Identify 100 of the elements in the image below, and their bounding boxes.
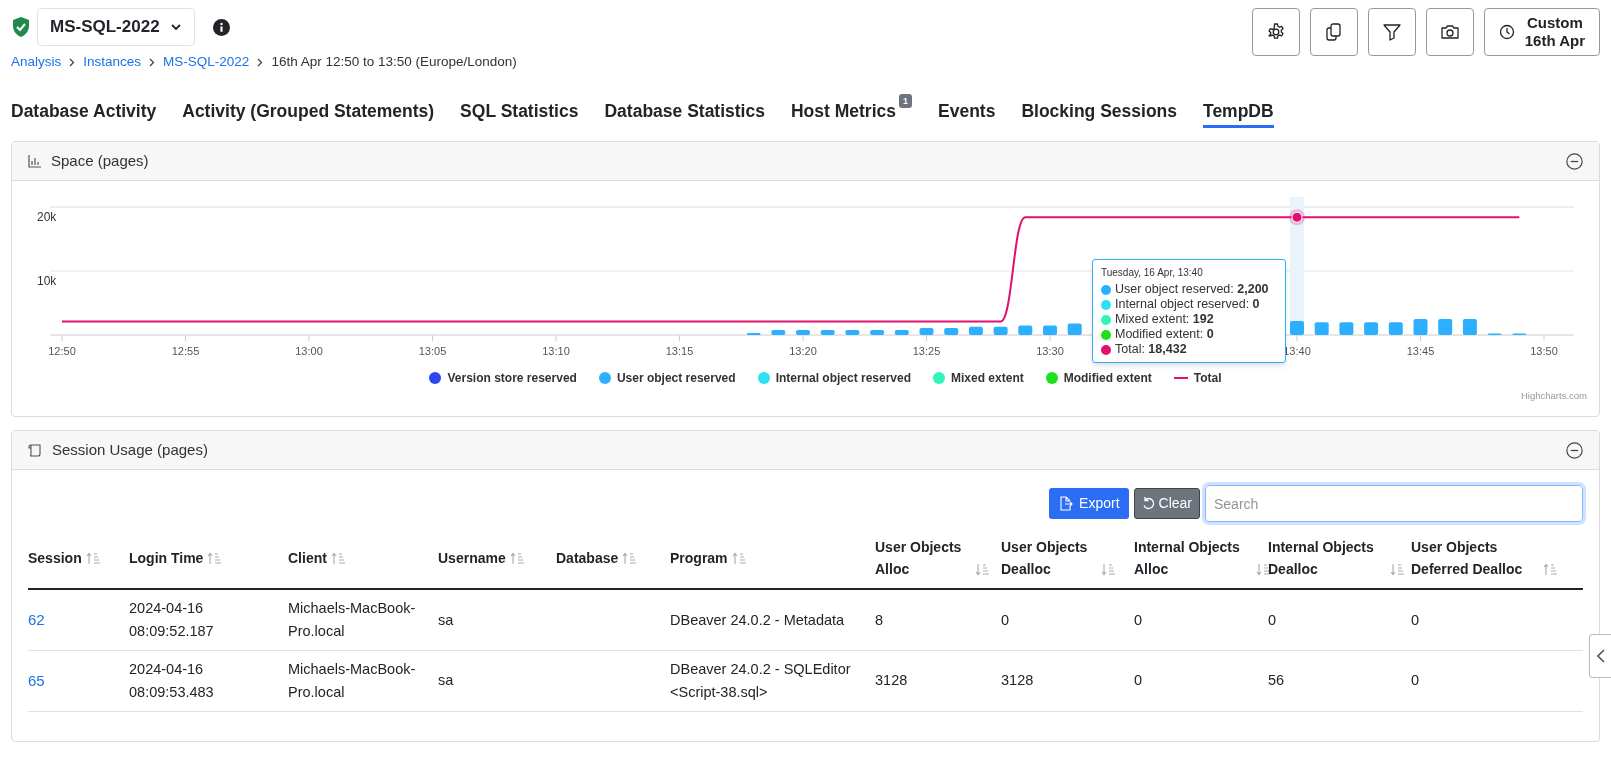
- table-cell: 56: [1268, 672, 1285, 689]
- breadcrumb-link[interactable]: Analysis: [11, 52, 62, 73]
- time-range-button[interactable]: Custom 16th Apr: [1483, 8, 1600, 56]
- bar: [1364, 322, 1379, 336]
- bar: [796, 330, 810, 336]
- bar: [1043, 325, 1057, 336]
- chevron-left-icon: [1596, 649, 1605, 663]
- table-cell: 3128: [1001, 672, 1034, 689]
- table-cell: sa: [438, 611, 454, 628]
- breadcrumb-link[interactable]: Instances: [83, 52, 142, 73]
- toolbar-button[interactable]: [1425, 8, 1474, 56]
- bar: [1487, 333, 1502, 336]
- axis-label: 20k: [37, 210, 57, 225]
- axis-label: 13:50: [1530, 345, 1558, 358]
- table-cell: 2024-04-16 08:09:52.187: [129, 600, 214, 639]
- tooltip-text: Total: 18,432: [1115, 342, 1187, 358]
- clear-button[interactable]: Clear: [1133, 488, 1200, 520]
- column-header[interactable]: Database: [556, 547, 619, 570]
- panel-title: Space (pages): [51, 151, 149, 171]
- bar: [820, 330, 835, 336]
- tooltip-text: Modified extent: 0: [1115, 327, 1214, 343]
- session-link[interactable]: 62: [28, 611, 45, 628]
- legend-label[interactable]: Version store reserved: [447, 369, 577, 388]
- column-header[interactable]: Internal Objects Alloc: [1134, 536, 1252, 581]
- tab[interactable]: Database Statistics: [604, 92, 765, 129]
- tab[interactable]: Events: [938, 92, 996, 129]
- tab[interactable]: Host Metrics: [790, 92, 896, 129]
- legend-label[interactable]: Internal object reserved: [775, 369, 911, 388]
- search-field[interactable]: Search: [1205, 485, 1583, 523]
- legend-label[interactable]: Mixed extent: [951, 369, 1024, 388]
- legend-label[interactable]: Modified extent: [1063, 369, 1152, 388]
- collapse-icon[interactable]: [1566, 441, 1583, 459]
- column-header[interactable]: Username: [438, 547, 506, 570]
- bar: [1413, 319, 1428, 336]
- clock-icon: [1498, 24, 1515, 40]
- table-cell: DBeaver 24.0.2 - SQLEditor <Script-38.sql>: [670, 660, 851, 700]
- bar: [746, 333, 761, 336]
- chevron-right-icon: [257, 57, 264, 67]
- table-cell: Michaels-MacBook-Pro.local: [288, 600, 416, 639]
- collapse-icon[interactable]: [1566, 152, 1583, 170]
- column-header[interactable]: Internal Objects Dealloc: [1268, 536, 1386, 581]
- tab[interactable]: Database Activity: [11, 92, 157, 129]
- tooltip-title: Tuesday, 16 Apr, 13:40: [1101, 266, 1204, 281]
- table-cell: 0: [1134, 672, 1143, 689]
- toolbar-button[interactable]: [1367, 8, 1416, 56]
- axis-label: 13:45: [1406, 345, 1435, 358]
- side-panel-toggle[interactable]: [1589, 634, 1611, 678]
- tab[interactable]: Blocking Sessions: [1021, 92, 1177, 129]
- column-header[interactable]: User Objects Dealloc: [1001, 536, 1097, 581]
- legend-label[interactable]: User object reserved: [616, 369, 736, 388]
- column-header[interactable]: User Objects Deferred Dealloc: [1411, 536, 1539, 581]
- session-link[interactable]: 65: [28, 671, 45, 689]
- toolbar-button[interactable]: [1309, 8, 1358, 56]
- table-cell: sa: [438, 672, 454, 689]
- chart-icon: [28, 154, 41, 168]
- column-header[interactable]: Client: [288, 547, 327, 570]
- tab[interactable]: TempDB: [1203, 92, 1274, 129]
- bar: [845, 330, 860, 336]
- tab[interactable]: SQL Statistics: [460, 92, 579, 129]
- column-header[interactable]: User Objects Alloc: [875, 536, 971, 581]
- axis-label: 13:20: [789, 345, 817, 358]
- table-cell: 8: [875, 611, 884, 628]
- data-point-marker: [1289, 209, 1305, 226]
- bar: [1438, 319, 1453, 336]
- breadcrumb-current: 16th Apr 12:50 to 13:50 (Europe/London): [271, 53, 517, 71]
- column-header[interactable]: Login Time: [129, 547, 204, 570]
- column-header[interactable]: Session: [28, 547, 82, 570]
- bar: [1388, 322, 1403, 336]
- bar: [993, 326, 1008, 336]
- chevron-right-icon: [149, 57, 156, 67]
- time-range-date: 16th Apr: [1524, 32, 1585, 50]
- bar: [944, 328, 959, 336]
- table-cell: 0: [1134, 611, 1143, 628]
- info-icon[interactable]: [212, 18, 230, 36]
- axis-label: 10k: [37, 274, 57, 289]
- axis-label: 12:55: [171, 345, 200, 358]
- export-button[interactable]: Export: [1049, 488, 1129, 520]
- copy-icon: [1323, 22, 1344, 42]
- bar: [1067, 323, 1082, 336]
- bar: [870, 330, 885, 336]
- breadcrumb-link[interactable]: MS-SQL-2022: [163, 52, 250, 73]
- axis-label: 13:15: [665, 345, 694, 358]
- bar: [968, 326, 983, 336]
- chevron-down-icon: [169, 23, 182, 31]
- tab[interactable]: Activity (Grouped Statements): [182, 92, 435, 129]
- bar: [1512, 333, 1527, 336]
- tooltip-text: User object reserved: 2,200: [1115, 282, 1269, 298]
- toolbar-button[interactable]: [1251, 8, 1300, 56]
- axis-label: 13:00: [295, 345, 323, 358]
- legend-label[interactable]: Total: [1193, 369, 1222, 388]
- tooltip-text: Mixed extent: 192: [1115, 312, 1214, 328]
- bar: [1462, 319, 1477, 336]
- camera-icon: [1439, 22, 1460, 42]
- column-header[interactable]: Program: [670, 547, 728, 570]
- time-range-label: Custom: [1525, 14, 1584, 32]
- axis-label: 13:25: [912, 345, 941, 358]
- chevron-right-icon: [69, 57, 76, 67]
- undo-icon: [1141, 497, 1155, 511]
- axis-label: 13:30: [1036, 345, 1064, 358]
- instance-selector[interactable]: MS-SQL-2022: [37, 8, 195, 46]
